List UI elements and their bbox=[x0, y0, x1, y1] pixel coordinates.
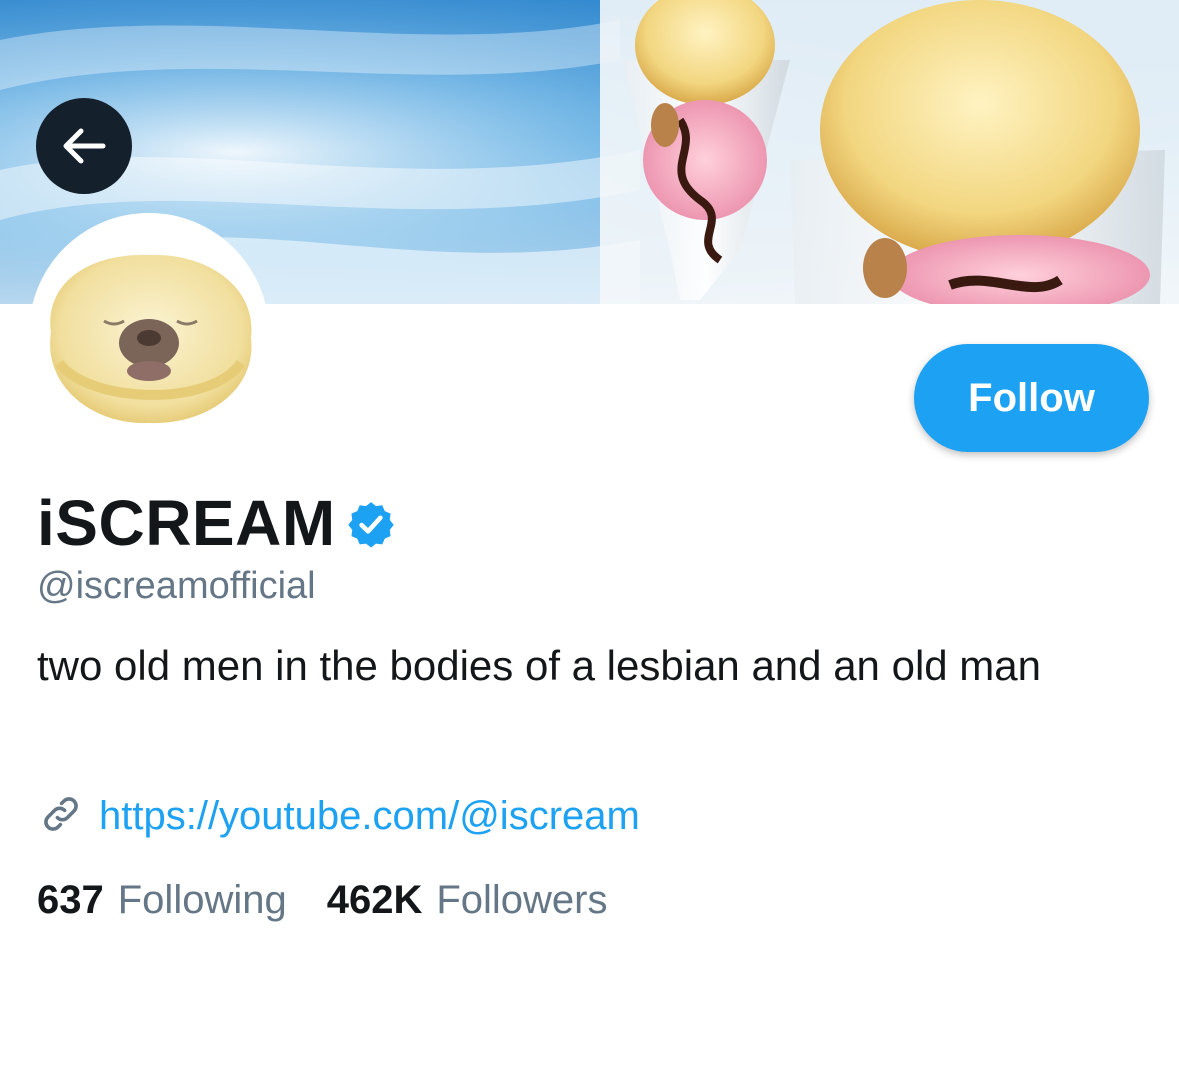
followers-stat[interactable]: 462K Followers bbox=[327, 878, 608, 923]
followers-label: Followers bbox=[436, 878, 608, 922]
following-stat[interactable]: 637 Following bbox=[37, 878, 287, 923]
profile-link-row: https://youtube.com/@iscream bbox=[37, 790, 640, 843]
back-button[interactable] bbox=[36, 98, 132, 194]
avatar[interactable] bbox=[29, 213, 269, 453]
profile-link[interactable]: https://youtube.com/@iscream bbox=[99, 794, 640, 839]
following-count: 637 bbox=[37, 878, 104, 922]
verified-badge-icon bbox=[346, 499, 396, 554]
following-label: Following bbox=[117, 878, 287, 922]
avatar-image bbox=[29, 213, 269, 453]
follow-button[interactable]: Follow bbox=[914, 344, 1149, 452]
profile-name-row: iSCREAM bbox=[37, 484, 396, 562]
link-icon bbox=[37, 790, 85, 843]
profile-bio: two old men in the bodies of a lesbian a… bbox=[37, 642, 1042, 689]
followers-count: 462K bbox=[326, 878, 423, 922]
profile-handle: @iscreamofficial bbox=[37, 565, 316, 607]
display-name: iSCREAM bbox=[37, 487, 336, 559]
profile-stats: 637 Following 462K Followers bbox=[37, 878, 608, 923]
arrow-left-icon bbox=[63, 128, 106, 164]
